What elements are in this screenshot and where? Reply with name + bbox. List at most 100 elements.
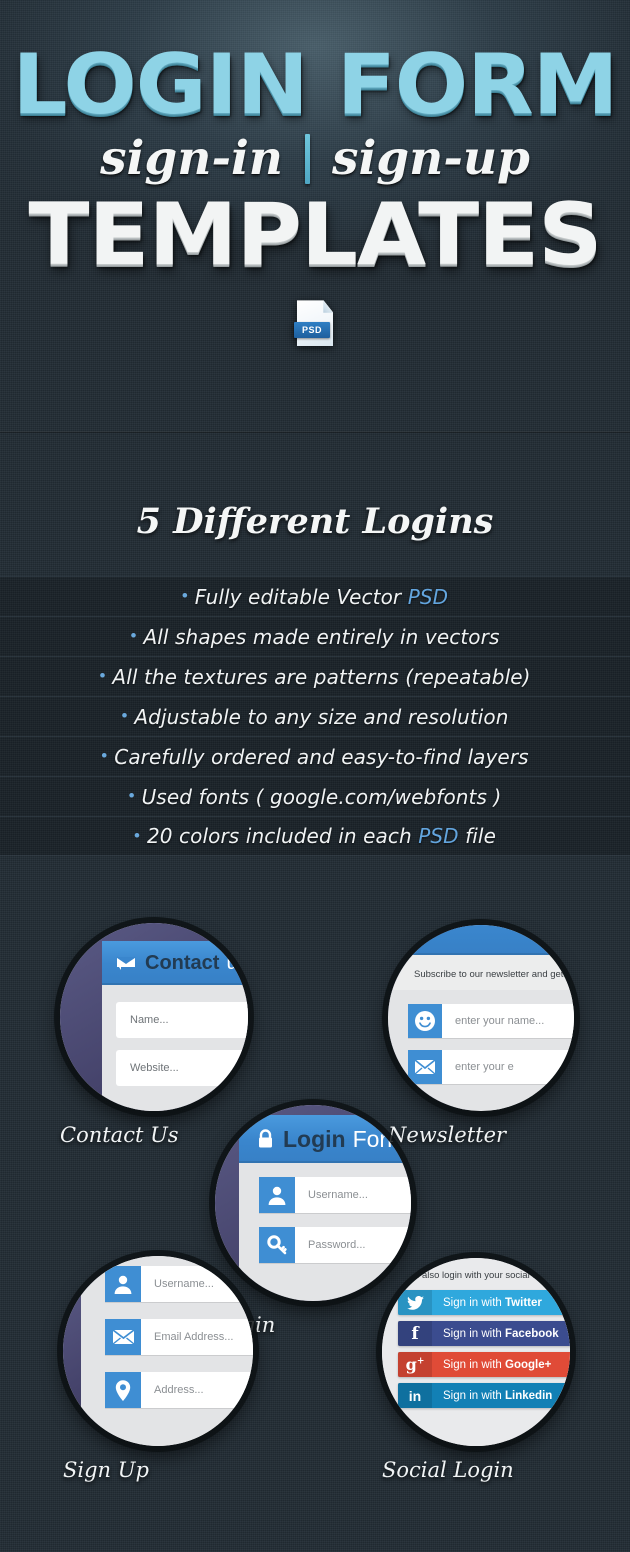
smiley-icon: [408, 1004, 442, 1038]
linkedin-icon: in: [398, 1383, 432, 1408]
hero-section: LOGIN FORM sign-in sign-up TEMPLATES PSD: [0, 0, 630, 433]
signup-address-field[interactable]: Address...: [105, 1372, 253, 1408]
social-signin-button[interactable]: in Sign in with Linkedin: [398, 1383, 570, 1408]
bullet-icon: •: [101, 746, 108, 765]
psd-label: PSD: [294, 322, 330, 339]
social-signin-button[interactable]: g+ Sign in with Google+: [398, 1352, 570, 1377]
social-button-label: Sign in with Linkedin: [443, 1389, 553, 1402]
features-list: • Fully editable Vector PSD • All shapes ma…: [0, 576, 630, 856]
bullet-icon: •: [121, 706, 128, 725]
feature-text: All the textures are patterns (repeatabl…: [112, 664, 531, 689]
login-header-light: Form: [352, 1125, 407, 1152]
bullet-icon: •: [181, 586, 188, 605]
newsletter-email-field[interactable]: enter your e: [408, 1050, 574, 1084]
subtitle-sign-in: sign-in: [100, 131, 283, 187]
subtitle-sign-up: sign-up: [331, 131, 530, 187]
social-signin-button[interactable]: Sign in with Twitter: [398, 1290, 570, 1315]
social-button-brand: Twitter: [505, 1296, 542, 1309]
subtitle-divider: [304, 133, 310, 184]
signup-email-field[interactable]: Email Address...: [105, 1319, 253, 1355]
feature-text: Fully editable Vector PSD: [194, 584, 449, 609]
login-username-placeholder: Username...: [308, 1189, 368, 1201]
key-icon: [259, 1227, 295, 1263]
login-password-placeholder: Password...: [308, 1239, 366, 1251]
newsletter-name-field[interactable]: enter your name...: [408, 1004, 574, 1038]
social-login-circle[interactable]: can also login with your social a Sign i…: [382, 1258, 570, 1446]
contact-name-field[interactable]: Name...: [116, 1002, 248, 1038]
contact-header: Contact us: [102, 941, 248, 985]
feature-row: • Adjustable to any size and resolution: [0, 696, 630, 736]
feature-row: • Carefully ordered and easy-to-find laye…: [0, 736, 630, 776]
newsletter-circle[interactable]: Subscribe our Subscribe to our newslette…: [388, 925, 574, 1111]
features-section: 5 Different Logins • Fully editable Vecto…: [0, 433, 630, 856]
social-button-label: Sign in with Google+: [443, 1358, 552, 1371]
newsletter-header-bold: Subscribe: [414, 925, 535, 930]
social-button-label: Sign in with Facebook: [443, 1327, 559, 1340]
contact-body: Name... Website...: [102, 985, 248, 1111]
signup-circle[interactable]: Username... Email Address... Address...: [63, 1256, 253, 1446]
facebook-icon: f: [398, 1321, 432, 1346]
bullet-icon: •: [130, 626, 137, 645]
social-content: can also login with your social a Sign i…: [398, 1270, 570, 1414]
login-header-bold: Login: [283, 1125, 346, 1152]
social-button-label: Sign in with Twitter: [443, 1296, 542, 1309]
signup-address-placeholder: Address...: [154, 1384, 204, 1396]
social-button-brand: Google+: [505, 1358, 552, 1371]
newsletter-header: Subscribe our: [388, 925, 574, 955]
newsletter-header-light: our: [542, 925, 574, 930]
newsletter-body: enter your name... enter your e: [388, 990, 574, 1110]
social-button-brand: Facebook: [505, 1327, 559, 1340]
signup-body: Username... Email Address... Address...: [81, 1256, 253, 1446]
bullet-icon: •: [134, 825, 140, 845]
feature-highlight: PSD: [418, 824, 459, 848]
hero-subtitle: sign-in sign-up: [0, 131, 630, 186]
envelope-icon: [408, 1050, 442, 1084]
psd-file-icon: PSD: [294, 300, 333, 347]
previews-section: Contact us Name... Website... Contact Us…: [0, 900, 630, 1552]
login-username-field[interactable]: Username...: [259, 1177, 411, 1213]
page-title: LOGIN FORM: [12, 36, 619, 133]
newsletter-description: Subscribe to our newsletter and get e: [414, 969, 572, 980]
features-heading: 5 Different Logins: [136, 501, 494, 542]
hero-big-title: TEMPLATES: [28, 185, 602, 286]
contact-website-field[interactable]: Website...: [116, 1050, 248, 1086]
bullet-icon: •: [99, 666, 106, 685]
envelope-icon: [116, 956, 136, 970]
newsletter-mock-window: Subscribe our Subscribe to our newslette…: [388, 925, 574, 1110]
twitter-icon: [398, 1290, 432, 1315]
social-signin-button[interactable]: f Sign in with Facebook: [398, 1321, 570, 1346]
feature-row: • All the textures are patterns (repeatab…: [0, 656, 630, 696]
user-icon: [259, 1177, 295, 1213]
social-buttons-list: Sign in with Twitter f Sign in with Facebo…: [398, 1290, 570, 1408]
feature-text: 20 colors included in each PSD file: [146, 824, 496, 848]
signup-username-field[interactable]: Username...: [105, 1266, 253, 1302]
psd-badge-wrap: PSD: [0, 300, 630, 347]
feature-row: • 20 colors included in each PSD file: [0, 816, 630, 856]
contact-mock-window: Contact us Name... Website...: [102, 941, 248, 1111]
contact-header-light: us: [226, 951, 248, 974]
feature-text: Adjustable to any size and resolution: [134, 704, 509, 729]
contact-us-circle[interactable]: Contact us Name... Website...: [60, 923, 248, 1111]
social-description: can also login with your social a: [404, 1270, 538, 1281]
feature-row: • All shapes made entirely in vectors: [0, 616, 630, 656]
feature-text: Used fonts ( google.com/webfonts ): [141, 784, 502, 809]
newsletter-name-placeholder: enter your name...: [455, 1015, 545, 1027]
poster-canvas: LOGIN FORM sign-in sign-up TEMPLATES PSD…: [0, 0, 630, 1552]
feature-highlight: PSD: [407, 584, 449, 609]
feature-row: • Used fonts ( google.com/webfonts ): [0, 776, 630, 816]
feature-text: Carefully ordered and easy-to-find layer…: [114, 744, 529, 769]
social-button-brand: Linkedin: [505, 1389, 553, 1402]
user-icon: [105, 1266, 141, 1302]
envelope-icon: [105, 1319, 141, 1355]
lock-icon: [257, 1129, 274, 1149]
contact-header-bold: Contact: [145, 951, 220, 974]
signup-username-placeholder: Username...: [154, 1278, 214, 1290]
feature-text: All shapes made entirely in vectors: [143, 624, 500, 649]
googleplus-icon: g+: [398, 1352, 432, 1377]
newsletter-email-placeholder: enter your e: [455, 1061, 514, 1073]
signup-email-placeholder: Email Address...: [154, 1331, 234, 1343]
newsletter-desc-area: Subscribe to our newsletter and get e: [388, 955, 574, 990]
login-header: Login Form: [239, 1115, 411, 1163]
feature-row: • Fully editable Vector PSD: [0, 576, 630, 616]
location-pin-icon: [105, 1372, 141, 1408]
